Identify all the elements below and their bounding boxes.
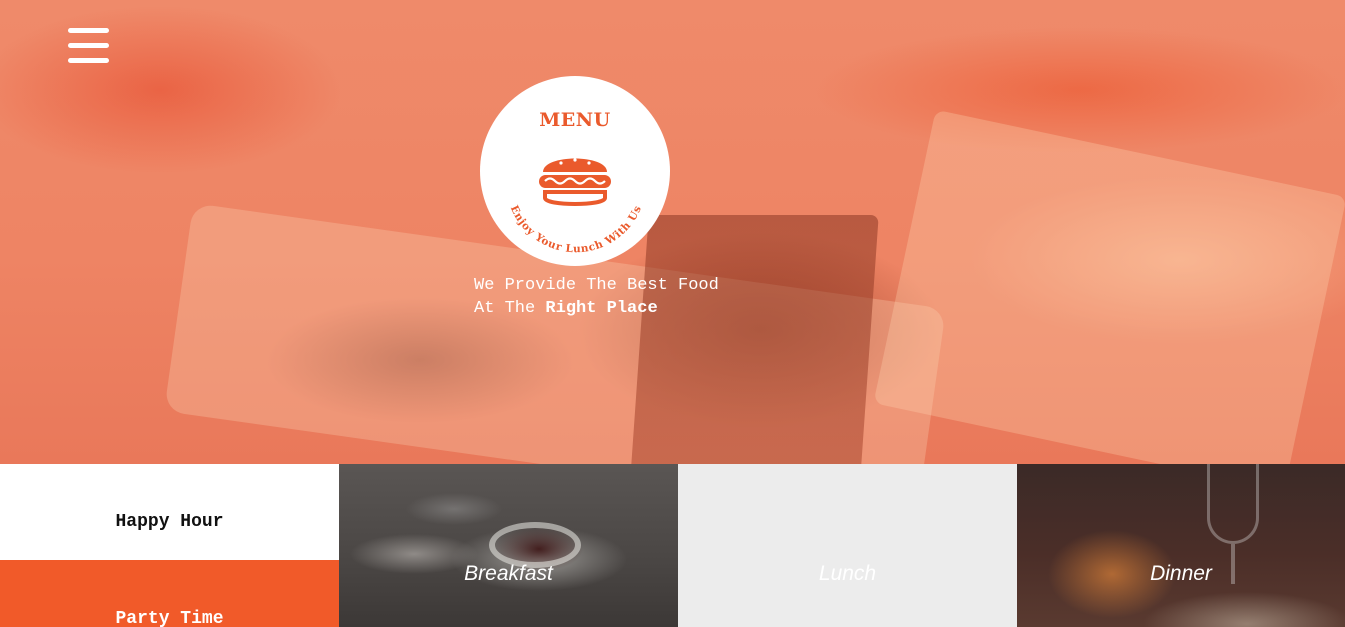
party-time-link[interactable]: Party Time — [0, 560, 339, 627]
hero-banner: MENU Enjoy Your Lunch With Us We Provide… — [0, 0, 1345, 464]
breakfast-label: Breakfast — [464, 562, 553, 585]
hero-tagline: We Provide The Best Food At The Right Pl… — [474, 274, 794, 320]
happy-hour-link[interactable]: Happy Hour — [0, 464, 339, 560]
happy-hour-label: Happy Hour — [115, 512, 224, 532]
dinner-wine-glass-image — [1207, 464, 1259, 544]
tagline-line-1: We Provide The Best Food — [474, 276, 719, 295]
hero-background-napkin — [873, 109, 1345, 464]
tagline-line-2-bold: Right Place — [545, 299, 658, 318]
logo-arc-text: Enjoy Your Lunch With Us — [508, 204, 644, 256]
tagline-line-2: At The Right Place — [474, 297, 794, 320]
tagline-line-2-prefix: At The — [474, 299, 536, 318]
breakfast-tile[interactable]: Breakfast — [339, 464, 678, 627]
lunch-label: Lunch — [818, 562, 877, 585]
menu-bar-middle — [68, 43, 109, 48]
svg-text:Enjoy Your Lunch With Us: Enjoy Your Lunch With Us — [508, 204, 644, 256]
site-logo[interactable]: MENU Enjoy Your Lunch With Us — [480, 76, 670, 266]
dinner-tile[interactable]: Dinner — [1017, 464, 1345, 627]
hamburger-menu-icon[interactable] — [68, 27, 110, 65]
menu-bar-bottom — [68, 58, 109, 63]
lunch-tile[interactable]: Lunch — [678, 464, 1017, 627]
dinner-label: Dinner — [1150, 562, 1212, 585]
menu-bar-top — [68, 28, 109, 33]
party-time-label: Party Time — [115, 609, 224, 627]
